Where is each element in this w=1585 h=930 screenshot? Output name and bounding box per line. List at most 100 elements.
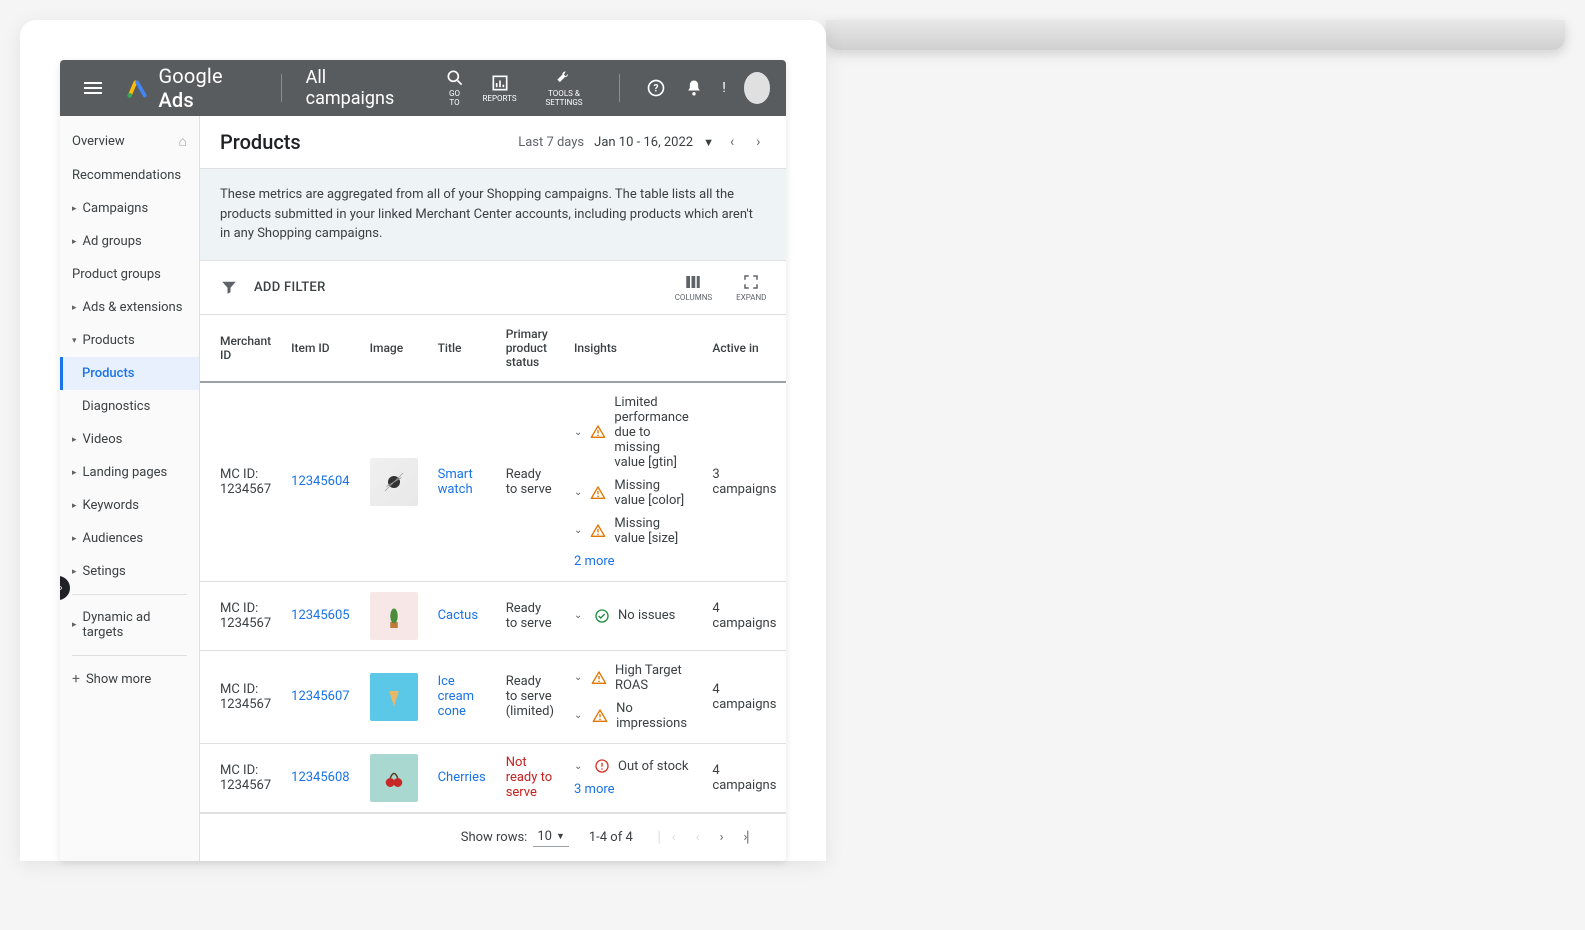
column-header[interactable]: Active in: [702, 315, 786, 382]
sidebar-item-diagnostics[interactable]: Diagnostics: [60, 390, 199, 423]
warn-icon: [590, 485, 606, 501]
dropdown-arrow-icon: ▼: [703, 136, 714, 149]
avatar[interactable]: [744, 72, 771, 104]
insight-row[interactable]: ⌄ Out of stock: [574, 754, 692, 778]
expand-button[interactable]: EXPAND: [736, 273, 766, 302]
sidebar-item-dynamic-ad-targets[interactable]: ▸Dynamic ad targets: [60, 601, 199, 649]
sidebar-item-label: Landing pages: [83, 465, 168, 480]
insight-text: Missing value [size]: [614, 516, 692, 546]
reports-label: REPORTS: [483, 95, 517, 104]
sidebar-item-label: Setings: [83, 564, 126, 579]
chevron-down-icon[interactable]: ⌄: [574, 525, 582, 536]
product-thumbnail[interactable]: [370, 592, 418, 640]
brand-logo[interactable]: Google Ads: [126, 64, 257, 112]
chevron-down-icon[interactable]: ⌄: [574, 672, 583, 683]
sidebar-item-ads-extensions[interactable]: ▸Ads & extensions: [60, 291, 199, 324]
merchant-id-cell: MC ID: 1234567: [200, 382, 281, 582]
sidebar-item-label: Products: [82, 366, 134, 381]
more-insights-link[interactable]: 2 more: [574, 550, 692, 573]
next-page-button[interactable]: ›: [714, 826, 730, 849]
filter-icon[interactable]: [220, 278, 238, 296]
prev-period-button[interactable]: ‹: [724, 130, 740, 154]
sidebar-item-audiences[interactable]: ▸Audiences: [60, 522, 199, 555]
product-thumbnail[interactable]: [370, 458, 418, 506]
column-header[interactable]: Image: [360, 315, 428, 382]
sidebar-item-campaigns[interactable]: ▸Campaigns: [60, 192, 199, 225]
insight-row[interactable]: ⌄ Missing value [color]: [574, 474, 692, 512]
sidebar-item-label: Recommendations: [72, 168, 181, 183]
sidebar-item-overview[interactable]: Overview⌂: [60, 124, 199, 159]
insight-row[interactable]: ⌄ High Target ROAS: [574, 659, 692, 697]
sidebar-item-product-groups[interactable]: Product groups: [60, 258, 199, 291]
sidebar-item-setings[interactable]: ▸Setings: [60, 555, 199, 588]
chevron-down-icon[interactable]: ⌄: [574, 610, 586, 621]
item-id-link[interactable]: 12345604: [291, 474, 349, 489]
sidebar-item-products[interactable]: Products: [60, 357, 199, 390]
sidebar-item-label: Videos: [83, 432, 123, 447]
column-header[interactable]: Primary product status: [496, 315, 564, 382]
item-id-link[interactable]: 12345607: [291, 689, 349, 704]
dropdown-arrow-icon: ▼: [556, 831, 565, 842]
column-header[interactable]: Merchant ID: [200, 315, 281, 382]
sidebar-item-products[interactable]: ▾ Products: [60, 324, 199, 357]
help-icon[interactable]: ?: [646, 78, 666, 98]
insight-row[interactable]: ⌄ No impressions: [574, 697, 692, 735]
product-title-link[interactable]: Smart watch: [438, 467, 473, 497]
menu-icon[interactable]: [76, 74, 110, 102]
columns-label: COLUMNS: [675, 293, 712, 302]
chevron-down-icon[interactable]: ⌄: [574, 487, 582, 498]
product-title-link[interactable]: Cactus: [438, 608, 478, 623]
last-page-button[interactable]: ›⎸: [738, 826, 767, 849]
search-icon[interactable]: GO TO: [445, 68, 465, 108]
sidebar-item-landing-pages[interactable]: ▸ Landing pages: [60, 456, 199, 489]
chevron-down-icon[interactable]: ⌄: [574, 427, 582, 438]
columns-button[interactable]: COLUMNS: [675, 273, 712, 302]
column-header[interactable]: Item ID: [281, 315, 359, 382]
alert-icon[interactable]: !: [722, 80, 726, 96]
insight-row[interactable]: ⌄ No issues: [574, 604, 692, 628]
rows-dropdown[interactable]: 10 ▼: [533, 827, 569, 847]
breadcrumb[interactable]: All campaigns: [306, 67, 413, 109]
chevron-right-icon: ▸: [72, 468, 77, 478]
sidebar-item-ad-groups[interactable]: ▸Ad groups: [60, 225, 199, 258]
sidebar-item-show-more[interactable]: +Show more: [60, 662, 199, 696]
sidebar-item-keywords[interactable]: ▸Keywords: [60, 489, 199, 522]
reports-icon[interactable]: REPORTS: [483, 73, 517, 104]
date-range-value: Jan 10 - 16, 2022: [594, 135, 693, 150]
product-thumbnail[interactable]: [370, 754, 418, 802]
sidebar-item-videos[interactable]: ▸Videos: [60, 423, 199, 456]
chevron-down-icon[interactable]: ⌄: [574, 710, 584, 721]
table-row: MC ID: 1234567 12345605 Cactus Ready to …: [200, 581, 786, 650]
brand-text: Google Ads: [158, 64, 256, 112]
more-insights-link[interactable]: 3 more: [574, 778, 692, 801]
pagination: Show rows: 10 ▼ 1-4 of 4 ⎸‹ ‹ › ›⎸: [200, 813, 786, 861]
date-range-picker[interactable]: Last 7 days Jan 10 - 16, 2022 ▼ ‹ ›: [518, 130, 766, 154]
sidebar-item-recommendations[interactable]: Recommendations: [60, 159, 199, 192]
sidebar-item-label: Ad groups: [83, 234, 142, 249]
add-filter-button[interactable]: ADD FILTER: [254, 280, 326, 295]
chevron-down-icon: ▾: [72, 336, 77, 346]
insight-text: No issues: [618, 608, 675, 623]
product-thumbnail[interactable]: [370, 673, 418, 721]
next-period-button[interactable]: ›: [750, 130, 766, 154]
ads-logo-icon: [126, 76, 148, 100]
sidebar-item-label: Ads & extensions: [83, 300, 183, 315]
item-id-link[interactable]: 12345605: [291, 608, 349, 623]
product-title-link[interactable]: Cherries: [438, 770, 486, 785]
first-page-button[interactable]: ⎸‹: [653, 826, 682, 849]
chevron-down-icon[interactable]: ⌄: [574, 761, 586, 772]
chevron-right-icon: ▸: [72, 534, 77, 544]
column-header[interactable]: Title: [428, 315, 496, 382]
product-title-link[interactable]: Ice cream cone: [438, 674, 474, 719]
item-id-link[interactable]: 12345608: [291, 770, 349, 785]
chevron-right-icon: ▸: [72, 204, 77, 214]
active-in-cell: 4 campaigns: [702, 743, 786, 812]
tools-icon[interactable]: TOOLS & SETTINGS: [535, 68, 594, 108]
insight-row[interactable]: ⌄ Limited performance due to missing val…: [574, 391, 692, 474]
prev-page-button[interactable]: ‹: [690, 826, 706, 849]
table-row: MC ID: 1234567 12345607 Ice cream cone R…: [200, 650, 786, 743]
column-header[interactable]: Insights: [564, 315, 702, 382]
sidebar-item-label: Products: [83, 333, 135, 348]
notifications-icon[interactable]: [684, 78, 704, 98]
insight-row[interactable]: ⌄ Missing value [size]: [574, 512, 692, 550]
